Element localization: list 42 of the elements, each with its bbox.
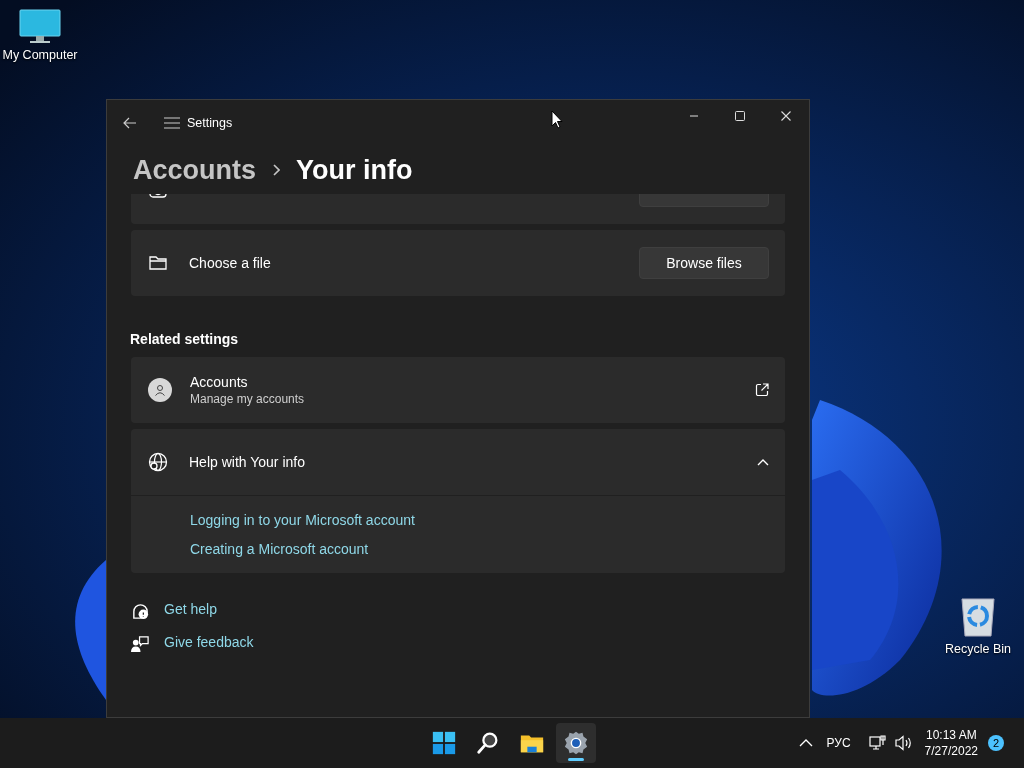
clock-time: 10:13 AM <box>925 728 977 742</box>
network-icon[interactable] <box>868 734 887 752</box>
setting-title: Accounts <box>190 374 249 390</box>
footer-link[interactable]: Get help <box>164 601 217 617</box>
back-arrow-icon[interactable] <box>123 116 137 130</box>
external-link-icon <box>755 383 769 397</box>
desktop-icon-label[interactable]: Recycle Bin <box>945 642 1011 656</box>
speaker-icon[interactable] <box>894 735 913 751</box>
window-title: Settings <box>187 116 233 130</box>
clock-date: 7/27/2022 <box>924 744 978 758</box>
taskbar-button[interactable] <box>556 723 596 763</box>
section-heading: Related settings <box>130 331 240 347</box>
globe-icon <box>148 452 168 472</box>
desktop-icon-label[interactable]: My Computer <box>2 48 78 62</box>
chevron-up-icon[interactable] <box>798 739 813 747</box>
feedback-icon <box>131 634 150 654</box>
setting-card[interactable]: Accounts Manage my accounts <box>131 357 785 423</box>
setting-label: Choose a file <box>189 255 272 271</box>
maximize-icon[interactable] <box>735 111 745 121</box>
clock[interactable]: 10:13 AM 7/27/2022 <box>924 728 978 758</box>
help-link[interactable]: Creating a Microsoft account <box>190 541 369 557</box>
notification-badge[interactable]: 2 <box>988 735 1004 751</box>
help-chat-icon <box>131 601 150 621</box>
breadcrumb-link[interactable]: Accounts <box>133 154 257 186</box>
chevron-right-icon <box>272 164 281 176</box>
language-indicator[interactable]: РУС <box>826 736 851 750</box>
mouse-pointer-icon <box>551 110 563 129</box>
close-icon[interactable] <box>781 111 791 121</box>
help-link[interactable]: Logging in to your Microsoft account <box>190 512 415 528</box>
computer-icon <box>18 8 62 44</box>
menu-icon[interactable] <box>164 117 180 129</box>
setting-subtitle: Manage my accounts <box>190 392 306 406</box>
gear-icon <box>563 730 589 756</box>
folder-icon <box>148 253 168 273</box>
footer-link[interactable]: Give feedback <box>164 634 254 650</box>
action-button[interactable]: Browse files <box>639 247 769 279</box>
avatar-icon <box>148 378 172 402</box>
running-indicator <box>568 758 584 761</box>
expander-title: Help with Your info <box>189 454 306 470</box>
expander-header[interactable]: Help with Your info <box>131 429 785 495</box>
start-icon <box>431 730 457 756</box>
page-title: Your info <box>296 154 413 186</box>
